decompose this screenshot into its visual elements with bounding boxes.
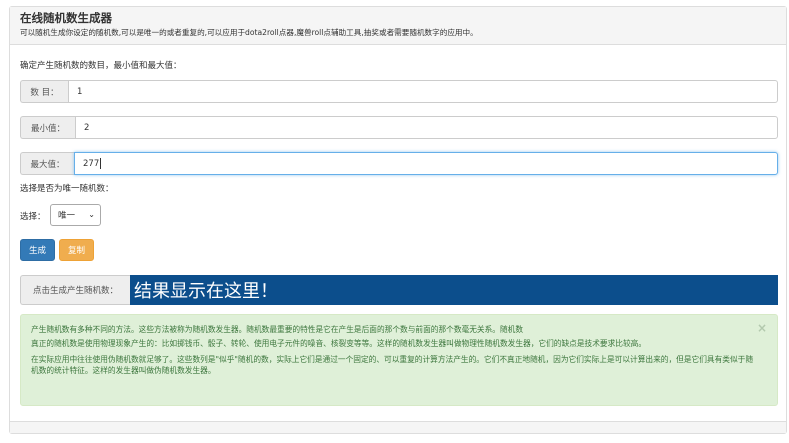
count-input[interactable]: 1 — [68, 80, 778, 103]
result-label: 点击生成产生随机数： — [20, 275, 130, 305]
text-caret — [100, 158, 102, 169]
result-group: 点击生成产生随机数： 结果显示在这里！ — [20, 275, 778, 305]
info-alert: × 产生随机数有多种不同的方法。这些方法被称为随机数发生器。随机数最重要的特性是… — [20, 314, 778, 406]
alert-paragraph-2: 真正的随机数是使用物理现象产生的：比如掷钱币、骰子、转轮、使用电子元件的噪音、核… — [31, 339, 647, 348]
panel-heading: 在线随机数生成器 可以随机生成你设定的随机数,可以是唯一的或者重复的,可以应用于… — [10, 7, 786, 45]
result-display: 结果显示在这里！ — [130, 275, 778, 305]
close-icon[interactable]: × — [757, 322, 767, 334]
max-input[interactable]: 277 — [74, 152, 778, 175]
page-title: 在线随机数生成器 — [20, 11, 112, 25]
count-input-group: 数 目： 1 — [20, 80, 778, 103]
max-label: 最大值： — [20, 152, 74, 175]
min-label: 最小值： — [20, 116, 75, 139]
select-label: 选择： — [20, 212, 46, 222]
count-label: 数 目： — [20, 80, 68, 103]
min-input-group: 最小值： 2 — [20, 116, 778, 139]
min-input[interactable]: 2 — [75, 116, 778, 139]
unique-select[interactable]: 唯一 ⌄ — [50, 204, 101, 226]
copy-button[interactable]: 复制 — [59, 239, 94, 261]
page-subtitle: 可以随机生成你设定的随机数,可以是唯一的或者重复的,可以应用于dota2roll… — [20, 28, 478, 37]
max-input-value: 277 — [83, 158, 100, 169]
unique-question: 选择是否为唯一随机数： — [20, 184, 114, 194]
alert-paragraph-1: 产生随机数有多种不同的方法。这些方法被称为随机数发生器。随机数最重要的特性是它在… — [31, 325, 524, 334]
form-instruction: 确定产生随机数的数目，最小值和最大值： — [20, 61, 182, 71]
panel-footer — [10, 421, 786, 433]
chevron-down-icon: ⌄ — [88, 210, 95, 219]
alert-paragraph-3: 在实际应用中往往使用伪随机数就足够了。这些数列是"似乎"随机的数，实际上它们是通… — [31, 355, 754, 375]
unique-select-value: 唯一 — [58, 211, 76, 221]
max-input-group: 最大值： 277 — [20, 152, 778, 175]
generate-button[interactable]: 生成 — [20, 239, 55, 261]
